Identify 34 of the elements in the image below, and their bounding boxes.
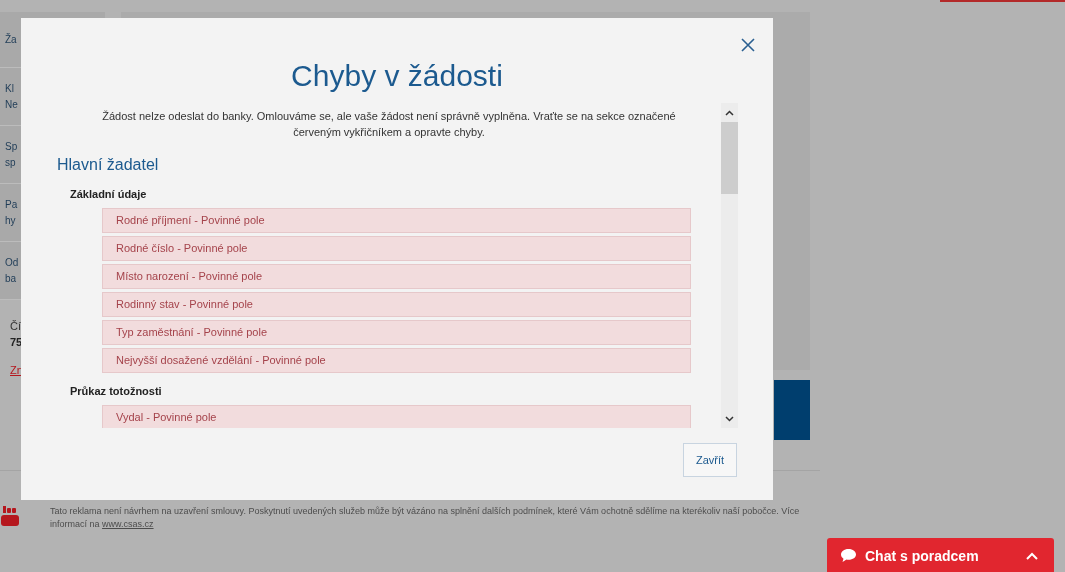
error-item[interactable]: Typ zaměstnání - Povinné pole [102, 320, 691, 345]
scroll-up-icon[interactable] [725, 110, 734, 116]
error-item[interactable]: Nejvyšší dosažené vzdělání - Povinné pole [102, 348, 691, 373]
close-icon[interactable] [741, 38, 755, 52]
error-item[interactable]: Rodné příjmení - Povinné pole [102, 208, 691, 233]
section-heading: Hlavní žadatel [57, 155, 160, 175]
sidebar-item-text: Kl [5, 81, 14, 96]
error-item[interactable]: Rodné číslo - Povinné pole [102, 236, 691, 261]
sidebar-item-text: hy [5, 213, 16, 228]
disclaimer-text: Tato reklama není návrhem na uzavření smlouvy. Poskytnutí uvedených služeb může být vázáno na splnění dalších podmínek, které Vám ochotně sdělíme na kterékoliv naší pobočce. Více informací na www.csas.cz [50, 505, 801, 531]
chat-button[interactable]: Chat s poradcem [827, 538, 1054, 572]
error-item[interactable]: Vydal - Povinné pole [102, 405, 691, 428]
close-button[interactable]: Zavřít [683, 443, 737, 477]
error-item[interactable]: Rodinný stav - Povinné pole [102, 292, 691, 317]
dialog-title: Chyby v žádosti [291, 58, 503, 94]
sidebar-item-text: Pa [5, 197, 18, 212]
sidebar-item-text: Ža [5, 32, 17, 47]
chat-bubble-icon [840, 548, 857, 563]
error-item[interactable]: Místo narození - Povinné pole [102, 264, 691, 289]
sidebar-item-text: Od [5, 255, 19, 270]
chevron-up-icon [1026, 552, 1038, 560]
group-heading: Průkaz totožnosti [69, 384, 163, 399]
sidebar-item-text: ba [5, 271, 17, 286]
scrollbar-thumb[interactable] [721, 122, 738, 194]
website-link[interactable]: www.csas.cz [102, 519, 154, 529]
side-panel [774, 380, 810, 440]
number-label: Čí [10, 319, 22, 334]
sidebar-item-text: sp [5, 155, 16, 170]
group-heading: Základní údaje [69, 187, 148, 202]
sidebar-item-text: Sp [5, 139, 18, 154]
sidebar-item-text: Ne [5, 97, 18, 112]
dialog-message: Žádost nelze odeslat do banky. Omlouváme se, ale vaše žádost není správně vyplněna. Vraťte se na sekce označené červeným vykřičníkem a opravte chyby. [101, 109, 677, 140]
scrollbar[interactable] [721, 103, 738, 428]
scroll-down-icon[interactable] [725, 416, 734, 422]
